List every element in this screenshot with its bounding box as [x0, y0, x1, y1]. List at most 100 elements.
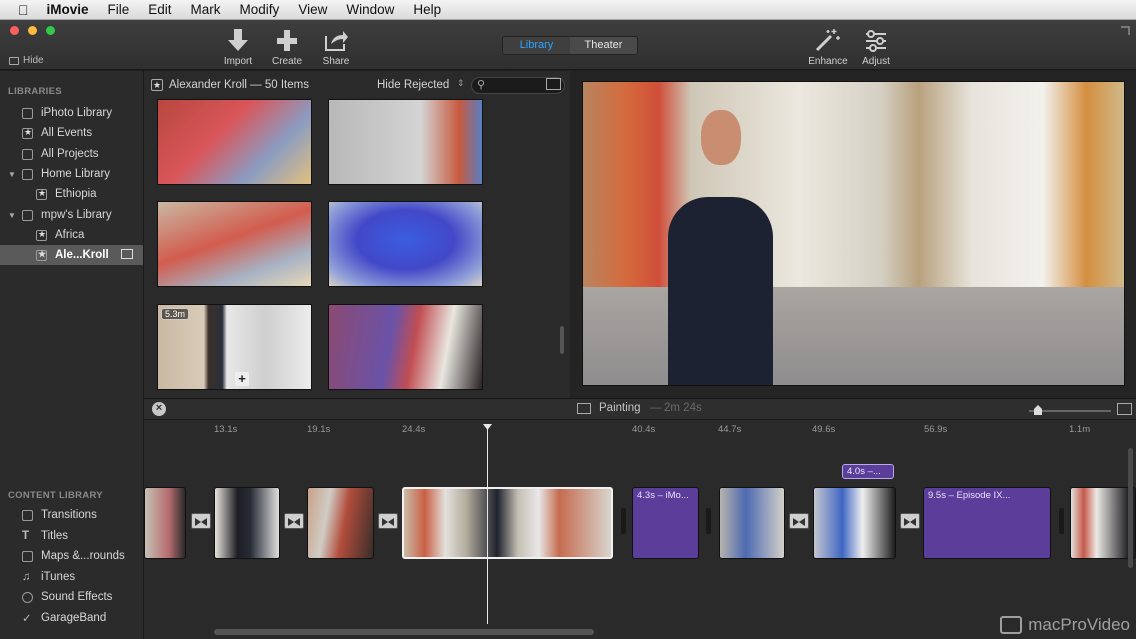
menu-view[interactable]: View	[298, 2, 327, 17]
sidebar-item-all-projects[interactable]: All Projects	[0, 144, 143, 164]
clapper-icon	[121, 249, 133, 259]
ruler-tick: 49.6s	[812, 424, 836, 435]
menu-bar:  iMovie File Edit Mark Modify View Wind…	[0, 0, 1136, 20]
sidebar-toggle-icon	[9, 56, 19, 65]
sidebar-item-mpws-library[interactable]: ▼ mpw's Library	[0, 205, 143, 225]
sidebar-item-maps-backgrounds[interactable]: Maps &...rounds	[0, 546, 143, 566]
close-project-button[interactable]: ×	[152, 402, 166, 416]
timeline-clip[interactable]	[144, 487, 186, 559]
sidebar-item-label: mpw's Library	[41, 209, 112, 221]
clip-thumbnail[interactable]	[328, 201, 483, 287]
timeline-clip[interactable]	[719, 487, 785, 559]
clip-thumbnail[interactable]	[328, 99, 483, 185]
filmstrip-icon[interactable]	[546, 78, 561, 90]
apple-icon[interactable]: 	[18, 2, 29, 18]
timeline-clip[interactable]	[1070, 487, 1136, 559]
zoom-window-button[interactable]	[46, 26, 55, 35]
library-icon	[22, 209, 33, 221]
zoom-slider-handle[interactable]	[1034, 405, 1042, 415]
sidebar-item-ethiopia[interactable]: Ethiopia	[0, 184, 143, 204]
import-arrow-icon	[228, 29, 248, 51]
sidebar-item-itunes[interactable]: ♫ iTunes	[0, 567, 143, 587]
minimize-window-button[interactable]	[28, 26, 37, 35]
sidebar-item-transitions[interactable]: Transitions	[0, 505, 143, 525]
timeline-settings-icon[interactable]	[1117, 403, 1132, 415]
disclosure-triangle-icon[interactable]: ▼	[8, 211, 18, 220]
tab-theater[interactable]: Theater	[570, 37, 637, 54]
magic-wand-icon	[815, 29, 840, 52]
connected-title-clip[interactable]: 4.0s –...	[842, 464, 894, 479]
title-clip[interactable]: 4.3s – iMo...	[632, 487, 699, 559]
sidebar-item-all-events[interactable]: All Events	[0, 123, 143, 143]
menu-mark[interactable]: Mark	[191, 2, 221, 17]
share-button[interactable]: Share	[311, 28, 361, 67]
transition-icon[interactable]	[378, 513, 398, 529]
clip-thumbnail-selected[interactable]: 5.3m +	[157, 304, 312, 390]
video-preview[interactable]	[582, 81, 1125, 386]
sidebar-item-titles[interactable]: T Titles	[0, 526, 143, 546]
menu-modify[interactable]: Modify	[240, 2, 280, 17]
sidebar-item-iphoto-library[interactable]: iPhoto Library	[0, 103, 143, 123]
timeline-vertical-scrollbar[interactable]	[1128, 448, 1133, 568]
hide-rejected-dropdown[interactable]: Hide Rejected	[377, 79, 449, 91]
transition-icon[interactable]	[284, 513, 304, 529]
libraries-heading: LIBRARIES	[8, 86, 62, 97]
clip-thumbnail[interactable]	[157, 201, 312, 287]
adjust-button[interactable]: Adjust	[851, 28, 901, 67]
timeline-clip[interactable]	[214, 487, 280, 559]
share-icon	[325, 31, 348, 51]
timeline-header: × Painting — 2m 24s	[144, 398, 1136, 420]
dropdown-arrows-icon[interactable]: ⇕	[457, 78, 465, 89]
title-clip[interactable]: 9.5s – Episode IX...	[923, 487, 1051, 559]
create-label: Create	[271, 56, 302, 67]
close-window-button[interactable]	[10, 26, 19, 35]
clip-thumbnail[interactable]	[157, 99, 312, 185]
sidebar-item-label: Home Library	[41, 168, 111, 180]
import-label: Import	[223, 56, 253, 67]
iphoto-icon	[22, 107, 33, 119]
transition-icon[interactable]	[789, 513, 809, 529]
sidebar-item-home-library[interactable]: ▼ Home Library	[0, 164, 143, 184]
timeline: 13.1s 19.1s 24.4s 40.4s 44.7s 49.6s 56.9…	[144, 420, 1136, 639]
tab-library[interactable]: Library	[503, 37, 570, 54]
clip-thumbnail[interactable]	[328, 304, 483, 390]
browser-scrollbar[interactable]	[560, 326, 564, 354]
sidebar-item-label: Maps &...rounds	[41, 550, 125, 562]
fullscreen-icon[interactable]	[1121, 26, 1130, 35]
menu-file[interactable]: File	[108, 2, 130, 17]
floor	[583, 287, 1124, 385]
timeline-scrollbar[interactable]	[214, 629, 594, 635]
playhead[interactable]	[487, 424, 488, 624]
timeline-clip-selected[interactable]	[402, 487, 613, 559]
sidebar-item-africa[interactable]: Africa	[0, 225, 143, 245]
transition-icon[interactable]	[191, 513, 211, 529]
menu-help[interactable]: Help	[413, 2, 441, 17]
menu-app-name[interactable]: iMovie	[47, 2, 89, 17]
menu-window[interactable]: Window	[346, 2, 394, 17]
sidebar-item-garageband[interactable]: ✓ GarageBand	[0, 608, 143, 628]
sidebar-item-sound-effects[interactable]: Sound Effects	[0, 587, 143, 607]
add-to-project-button[interactable]: +	[235, 372, 249, 386]
disclosure-triangle-icon[interactable]: ▼	[8, 170, 18, 179]
ruler-tick: 44.7s	[718, 424, 742, 435]
event-title: Alexander Kroll — 50 Items	[169, 79, 309, 91]
menu-edit[interactable]: Edit	[148, 2, 171, 17]
hide-libraries-button[interactable]: Hide	[9, 55, 44, 66]
timeline-clip[interactable]	[813, 487, 896, 559]
music-note-icon: ♫	[22, 571, 31, 583]
sidebar-item-label: Ethiopia	[55, 188, 97, 200]
content-library-heading: CONTENT LIBRARY	[8, 490, 103, 501]
sidebar-item-label: GarageBand	[41, 612, 107, 624]
star-icon: ★	[151, 79, 163, 91]
create-button[interactable]: Create	[262, 28, 312, 67]
libraries-sidebar: LIBRARIES iPhoto Library All Events All …	[0, 71, 144, 639]
timeline-clip[interactable]	[307, 487, 374, 559]
transition-icon[interactable]	[900, 513, 920, 529]
clip-gap	[1059, 508, 1064, 534]
import-button[interactable]: Import	[213, 28, 263, 67]
sidebar-item-alexander-kroll[interactable]: Ale...Kroll	[0, 245, 143, 265]
sound-effects-icon	[22, 591, 33, 603]
grid-icon	[22, 148, 33, 160]
enhance-button[interactable]: Enhance	[803, 28, 853, 67]
library-icon	[22, 168, 33, 180]
